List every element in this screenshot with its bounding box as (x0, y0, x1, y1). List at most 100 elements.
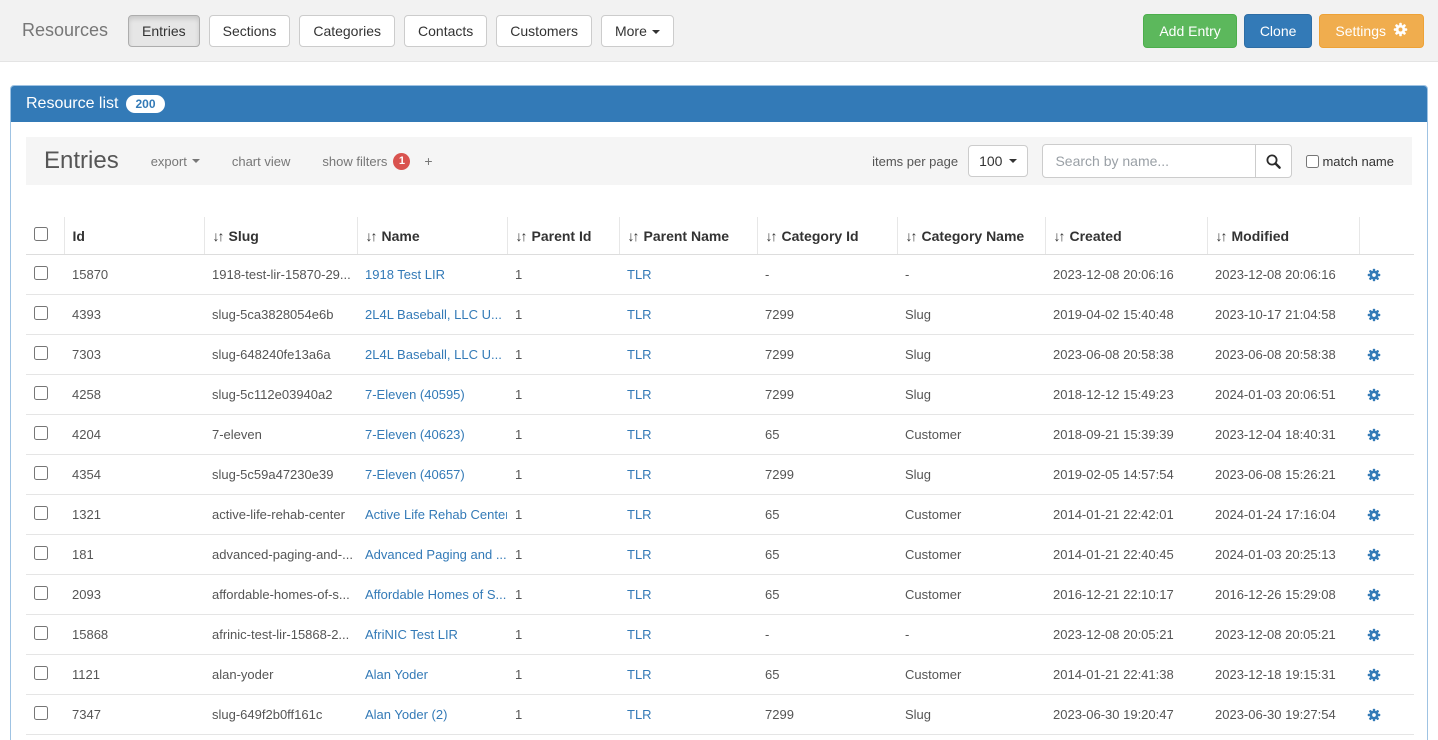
row-settings-button[interactable] (1367, 388, 1381, 402)
row-settings-button[interactable] (1367, 348, 1381, 362)
cell-parent-id: 1 (507, 415, 619, 455)
parent-name-link[interactable]: TLR (627, 627, 652, 642)
row-settings-button[interactable] (1367, 628, 1381, 642)
name-link[interactable]: AfriNIC Test LIR (365, 627, 458, 642)
nav-button-contacts[interactable]: Contacts (404, 15, 487, 47)
name-link[interactable]: Advanced Paging and ... (365, 547, 507, 562)
name-link[interactable]: Alan Yoder (2) (365, 707, 447, 722)
row-checkbox[interactable] (34, 346, 48, 360)
parent-name-link[interactable]: TLR (627, 587, 652, 602)
add-entry-button[interactable]: Add Entry (1143, 14, 1236, 48)
search-input[interactable] (1042, 144, 1256, 178)
name-link[interactable]: Alan Yoder (365, 667, 428, 682)
show-filters-link[interactable]: show filters 1 (322, 153, 410, 170)
row-checkbox[interactable] (34, 466, 48, 480)
name-link[interactable]: Active Life Rehab Center (365, 507, 507, 522)
nav-button-more[interactable]: More (601, 15, 674, 47)
parent-name-link[interactable]: TLR (627, 707, 652, 722)
name-link[interactable]: 1918 Test LIR (365, 267, 445, 282)
cell-category-id: 7299 (757, 295, 897, 335)
name-link[interactable]: 2L4L Baseball, LLC U... (365, 307, 502, 322)
column-header-created[interactable]: ↓↑Created (1045, 217, 1207, 255)
column-header-category-name[interactable]: ↓↑Category Name (897, 217, 1045, 255)
cell-parent-id: 1 (507, 375, 619, 415)
row-actions-cell (1359, 255, 1414, 295)
row-checkbox[interactable] (34, 586, 48, 600)
row-select-cell (26, 335, 64, 375)
items-per-page-select[interactable]: 100 (968, 145, 1028, 177)
name-link[interactable]: 7-Eleven (40623) (365, 427, 465, 442)
cell-created: 2023-06-08 20:58:38 (1045, 335, 1207, 375)
table-row: 1121alan-yoderAlan Yoder1TLR65Customer20… (26, 655, 1414, 695)
parent-name-link[interactable]: TLR (627, 267, 652, 282)
add-filter-button[interactable]: + (424, 153, 432, 169)
gear-icon (1367, 468, 1381, 482)
parent-name-link[interactable]: TLR (627, 307, 652, 322)
row-settings-button[interactable] (1367, 308, 1381, 322)
row-settings-button[interactable] (1367, 708, 1381, 722)
nav-button-sections[interactable]: Sections (209, 15, 291, 47)
settings-button[interactable]: Settings (1319, 14, 1424, 48)
table-row: 4393slug-5ca3828054e6b2L4L Baseball, LLC… (26, 295, 1414, 335)
row-checkbox[interactable] (34, 546, 48, 560)
cell-modified: 2023-12-04 18:40:31 (1207, 415, 1359, 455)
name-link[interactable]: 7-Eleven (40595) (365, 387, 465, 402)
cell-name: Affordable Homes of S... (357, 575, 507, 615)
row-settings-button[interactable] (1367, 668, 1381, 682)
row-actions-cell (1359, 415, 1414, 455)
name-link[interactable]: Affordable Homes of S... (365, 587, 506, 602)
row-actions-cell (1359, 655, 1414, 695)
column-header-slug[interactable]: ↓↑Slug (204, 217, 357, 255)
column-header-modified[interactable]: ↓↑Modified (1207, 217, 1359, 255)
select-all-checkbox[interactable] (34, 227, 48, 241)
row-settings-button[interactable] (1367, 428, 1381, 442)
column-header-parent-id[interactable]: ↓↑Parent Id (507, 217, 619, 255)
column-header-name[interactable]: ↓↑Name (357, 217, 507, 255)
parent-name-link[interactable]: TLR (627, 467, 652, 482)
parent-name-link[interactable]: TLR (627, 507, 652, 522)
parent-name-link[interactable]: TLR (627, 667, 652, 682)
match-name-checkbox[interactable] (1306, 155, 1319, 168)
export-dropdown[interactable]: export (151, 154, 200, 169)
cell-name: 7-Eleven (40623) (357, 415, 507, 455)
cell-category-name: - (897, 615, 1045, 655)
name-link[interactable]: 7-Eleven (40657) (365, 467, 465, 482)
nav-button-customers[interactable]: Customers (496, 15, 592, 47)
row-checkbox[interactable] (34, 666, 48, 680)
row-actions-cell (1359, 535, 1414, 575)
match-name-option: match name (1306, 154, 1394, 169)
clone-button[interactable]: Clone (1244, 14, 1313, 48)
cell-id: 1321 (64, 495, 204, 535)
row-checkbox[interactable] (34, 386, 48, 400)
cell-parent-id: 1 (507, 255, 619, 295)
row-settings-button[interactable] (1367, 268, 1381, 282)
row-checkbox[interactable] (34, 626, 48, 640)
name-link[interactable]: 2L4L Baseball, LLC U... (365, 347, 502, 362)
row-settings-button[interactable] (1367, 588, 1381, 602)
row-checkbox[interactable] (34, 266, 48, 280)
nav-button-entries[interactable]: Entries (128, 15, 200, 47)
column-header-category-id[interactable]: ↓↑Category Id (757, 217, 897, 255)
parent-name-link[interactable]: TLR (627, 387, 652, 402)
column-header-parent-name[interactable]: ↓↑Parent Name (619, 217, 757, 255)
parent-name-link[interactable]: TLR (627, 427, 652, 442)
row-checkbox[interactable] (34, 506, 48, 520)
row-select-cell (26, 535, 64, 575)
row-settings-button[interactable] (1367, 468, 1381, 482)
caret-down-icon (192, 159, 200, 163)
cell-created: 2014-01-21 22:40:45 (1045, 535, 1207, 575)
table-row: 181advanced-paging-and-...Advanced Pagin… (26, 535, 1414, 575)
cell-id: 1121 (64, 655, 204, 695)
chart-view-link[interactable]: chart view (232, 154, 291, 169)
nav-button-categories[interactable]: Categories (299, 15, 395, 47)
row-settings-button[interactable] (1367, 548, 1381, 562)
parent-name-link[interactable]: TLR (627, 547, 652, 562)
panel-title: Resource list (26, 95, 118, 113)
cell-parent-id: 1 (507, 575, 619, 615)
row-settings-button[interactable] (1367, 508, 1381, 522)
row-checkbox[interactable] (34, 426, 48, 440)
row-checkbox[interactable] (34, 706, 48, 720)
row-checkbox[interactable] (34, 306, 48, 320)
search-button[interactable] (1256, 144, 1292, 178)
parent-name-link[interactable]: TLR (627, 347, 652, 362)
